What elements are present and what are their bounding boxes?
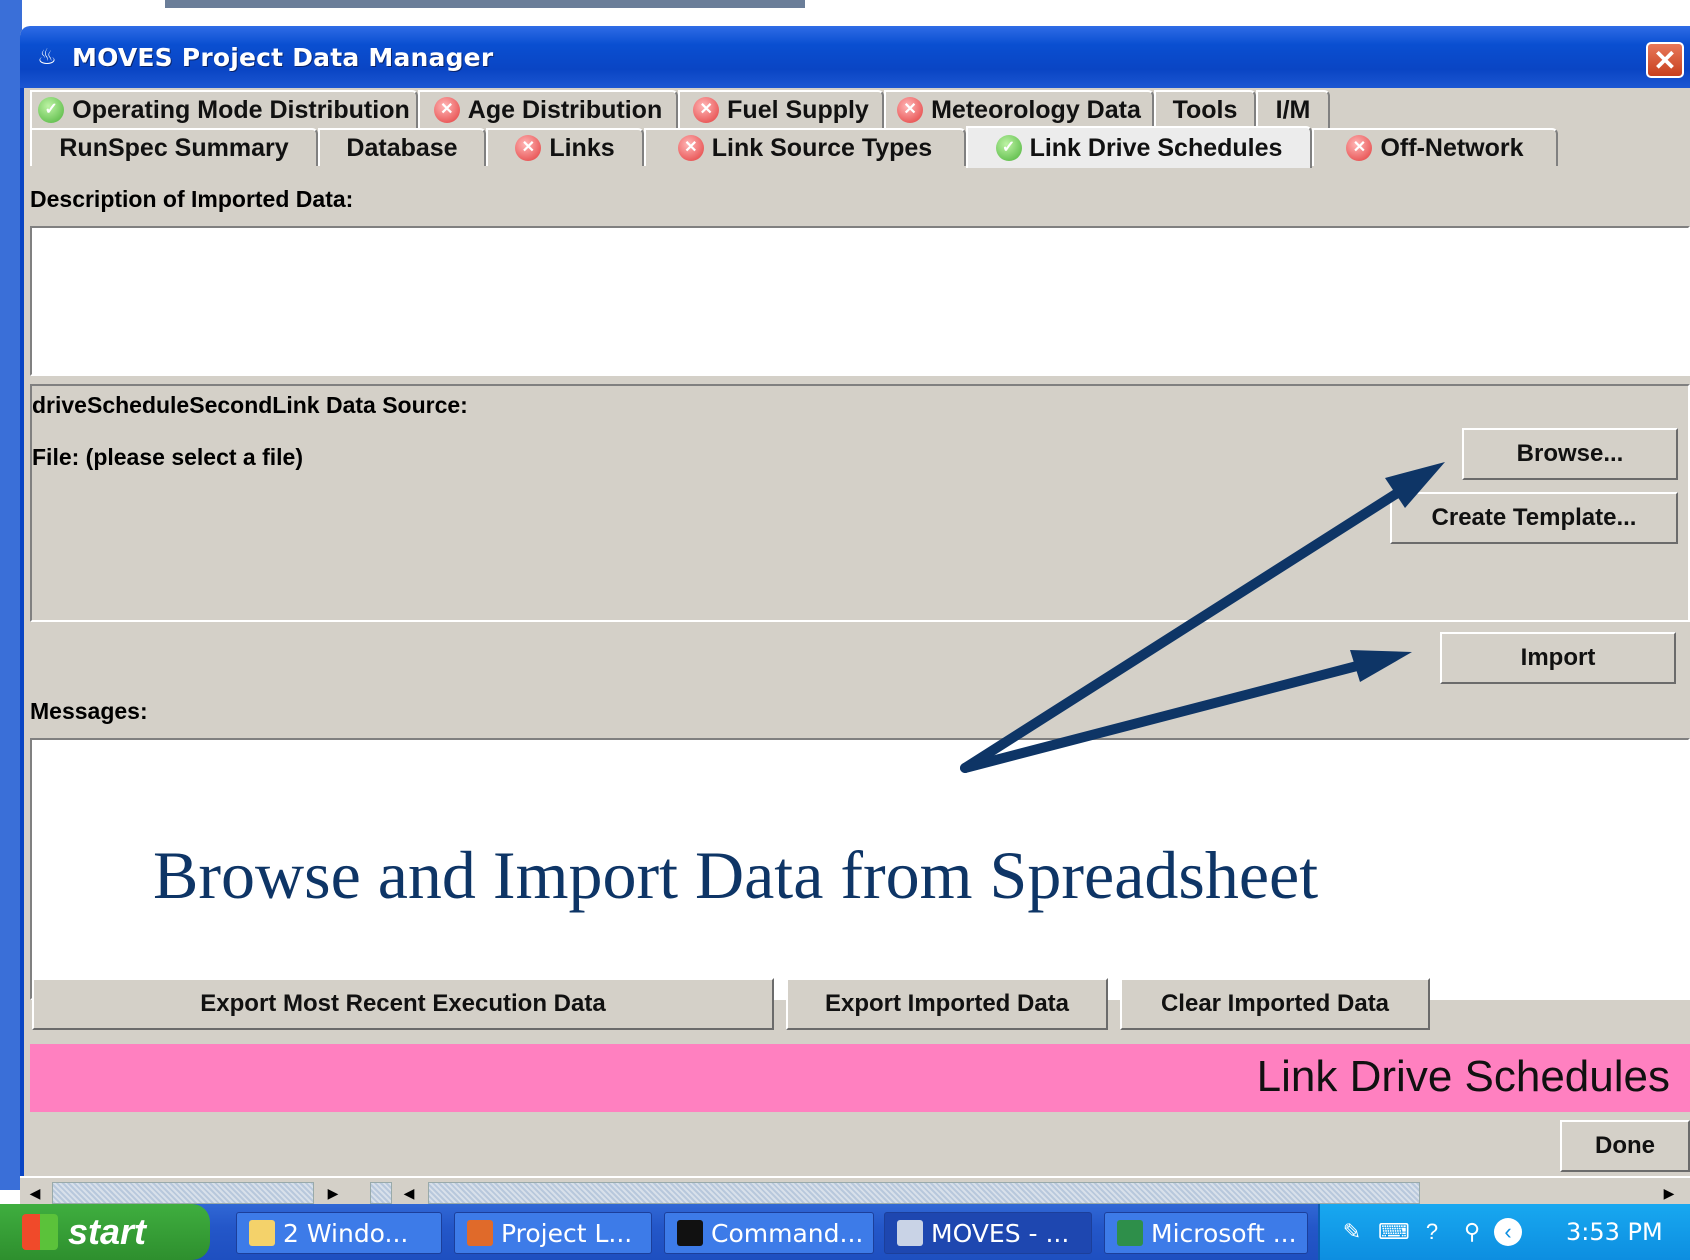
arrow-to-import <box>960 655 1385 773</box>
powerpoint-icon <box>467 1220 493 1246</box>
arrow-to-browse <box>960 480 1415 773</box>
clock: 3:53 PM <box>1566 1218 1663 1246</box>
start-label: start <box>68 1211 147 1252</box>
taskbar-item-label: Command... <box>711 1218 864 1248</box>
console-icon <box>677 1220 703 1246</box>
start-button[interactable]: start <box>0 1204 210 1260</box>
taskbar-item-command[interactable]: Command... <box>664 1212 874 1254</box>
excel-icon <box>1117 1220 1143 1246</box>
taskbar: start 2 Windo... Project L... Command...… <box>0 1204 1690 1260</box>
folder-icon <box>249 1220 275 1246</box>
keyboard-icon[interactable]: ⌨ <box>1378 1218 1410 1246</box>
annotation-caption: Browse and Import Data from Spreadsheet <box>153 837 1319 913</box>
taskbar-item-label: Project L... <box>501 1218 633 1248</box>
help-icon[interactable]: ? <box>1418 1218 1446 1246</box>
taskbar-item-label: Microsoft ... <box>1151 1218 1297 1248</box>
arrowhead-import <box>1350 650 1412 682</box>
taskbar-item-label: MOVES - ... <box>931 1218 1070 1248</box>
windows-logo-icon <box>22 1214 58 1250</box>
java-icon <box>897 1220 923 1246</box>
annotation-arrows <box>960 462 1445 773</box>
pen-icon[interactable]: ✎ <box>1338 1218 1366 1246</box>
network-icon[interactable]: ⚲ <box>1458 1218 1486 1246</box>
taskbar-item-windows[interactable]: 2 Windo... <box>236 1212 442 1254</box>
taskbar-item-microsoft[interactable]: Microsoft ... <box>1104 1212 1308 1254</box>
chevron-left-icon[interactable]: ‹ <box>1494 1218 1522 1246</box>
taskbar-item-project[interactable]: Project L... <box>454 1212 652 1254</box>
taskbar-item-label: 2 Windo... <box>283 1218 409 1248</box>
taskbar-item-moves[interactable]: MOVES - ... <box>884 1212 1092 1254</box>
